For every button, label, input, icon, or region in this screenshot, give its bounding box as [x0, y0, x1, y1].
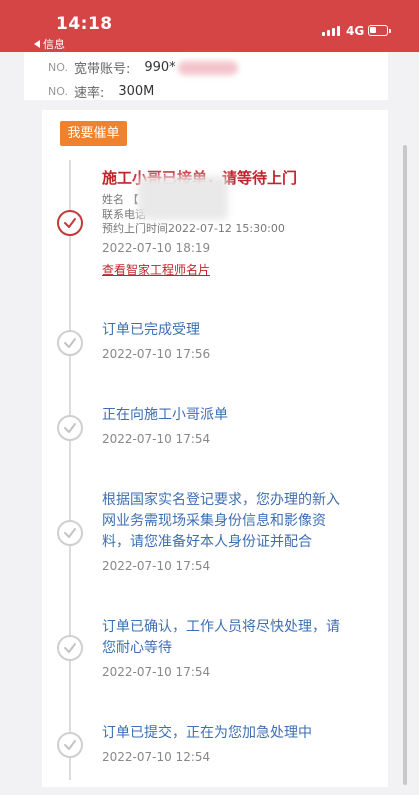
engineer-name-value: 【 — [127, 193, 139, 206]
event-time: 2022-07-10 17:54 — [102, 665, 211, 679]
event-title: 订单已完成受理 — [102, 322, 200, 338]
check-circle-gray-icon — [57, 635, 83, 661]
event-time: 2022-07-10 17:54 — [102, 432, 211, 446]
signal-bars-icon — [322, 26, 340, 36]
active-event-time: 2022-07-10 18:19 — [102, 241, 211, 255]
scrollbar[interactable] — [403, 145, 407, 785]
event-time: 2022-07-10 17:54 — [102, 559, 211, 573]
redacted-mask — [177, 60, 238, 75]
speed-row: NO. 速率: 300M — [48, 82, 154, 101]
battery-icon — [368, 25, 391, 36]
engineer-name-label: 姓名 — [102, 193, 124, 206]
account-number-label: 宽带账号: — [73, 62, 131, 77]
engineer-card-link[interactable]: 查看智家工程师名片 — [102, 261, 210, 278]
back-arrow-icon — [34, 40, 40, 48]
account-number-row: NO. 宽带账号: 990* — [48, 58, 238, 77]
back-link[interactable]: 信息 — [34, 36, 65, 52]
row-no: NO. — [48, 85, 68, 98]
urge-order-button[interactable]: 我要催单 — [60, 121, 127, 146]
engineer-name-line: 姓名 【 — [102, 191, 139, 207]
event-time: 2022-07-10 17:56 — [102, 347, 211, 361]
status-bar: 14:18 信息 4G — [0, 0, 419, 52]
speed-value: 300M — [118, 84, 155, 99]
speed-label: 速率: — [73, 86, 105, 101]
event-title: 根据国家实名登记要求，您办理的新入网业务需现场采集身份信息和影像资料，请您准备好… — [102, 492, 340, 550]
account-number-value: 990* — [144, 60, 176, 75]
check-circle-red-icon — [57, 210, 83, 236]
status-time: 14:18 — [56, 14, 113, 34]
appointment-label: 预约上门时间 — [102, 222, 168, 235]
check-circle-gray-icon — [57, 330, 83, 356]
appointment-line: 预约上门时间2022-07-12 15:30:00 — [102, 220, 285, 236]
event-title: 订单已提交，正在为您加急处理中 — [102, 725, 312, 741]
account-info-card: NO. 宽带账号: 990* NO. 速率: 300M — [24, 52, 388, 101]
check-circle-gray-icon — [57, 415, 83, 441]
event-title: 订单已确认，工作人员将尽快处理，请您耐心等待 — [102, 619, 340, 656]
check-circle-gray-icon — [57, 732, 83, 758]
event-title: 正在向施工小哥派单 — [102, 407, 228, 423]
back-label: 信息 — [43, 38, 65, 51]
appointment-value: 2022-07-12 15:30:00 — [168, 222, 285, 235]
network-label: 4G — [346, 24, 365, 38]
redacted-mask — [138, 176, 228, 220]
row-no: NO. — [48, 61, 68, 74]
event-time: 2022-07-10 12:54 — [102, 750, 211, 764]
check-circle-gray-icon — [57, 520, 83, 546]
timeline-line — [69, 160, 71, 780]
